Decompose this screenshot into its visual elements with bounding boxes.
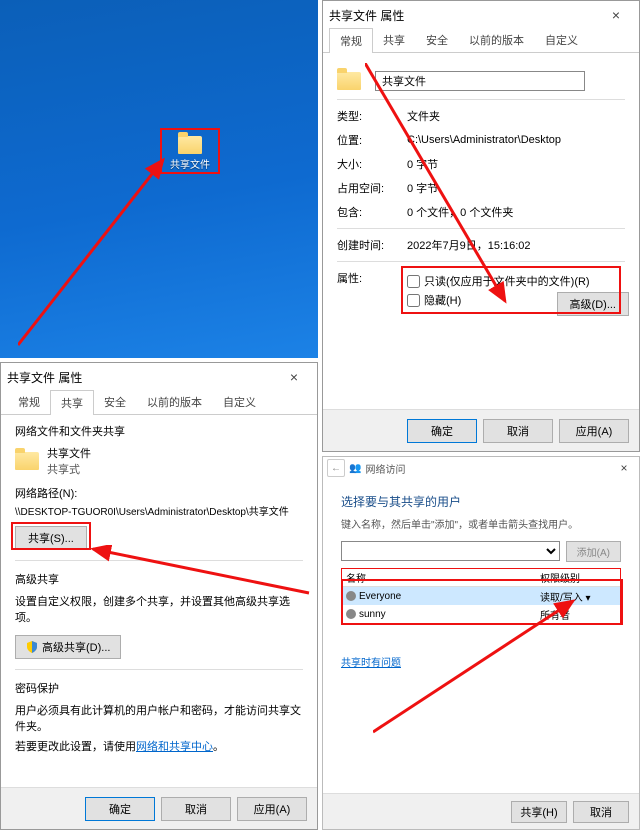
dialog-title: 共享文件 属性 [7, 369, 277, 386]
add-button[interactable]: 添加(A) [566, 541, 621, 562]
value-created: 2022年7月9日，15:16:02 [407, 237, 625, 253]
folder-name-input[interactable] [375, 71, 585, 91]
tab-versions[interactable]: 以前的版本 [136, 389, 213, 414]
highlight-box [341, 579, 623, 625]
label-network-path: 网络路径(N): [15, 485, 303, 501]
tab-share[interactable]: 共享 [50, 390, 94, 415]
heading-password: 密码保护 [15, 680, 303, 696]
subheading: 键入名称，然后单击"添加"，或者单击箭头查找用户。 [341, 516, 621, 531]
password-desc2: 若要更改此设置，请使用网络和共享中心。 [15, 738, 303, 754]
password-desc1: 用户必须具有此计算机的用户帐户和密码，才能访问共享文件夹。 [15, 702, 303, 734]
label-type: 类型: [337, 108, 407, 124]
tab-custom[interactable]: 自定义 [212, 389, 267, 414]
annotation-arrow [18, 150, 188, 350]
value-location: C:\Users\Administrator\Desktop [407, 134, 625, 146]
ok-button[interactable]: 确定 [85, 797, 155, 821]
titlebar[interactable]: ← 👥 网络访问 × [323, 457, 639, 479]
label-disk: 占用空间: [337, 180, 407, 196]
tab-strip: 常规 共享 安全 以前的版本 自定义 [323, 29, 639, 53]
share-status: 共享式 [47, 461, 91, 477]
folder-name-label: 共享文件 [47, 445, 91, 461]
ok-button[interactable]: 确定 [407, 419, 477, 443]
folder-icon [337, 72, 361, 90]
titlebar[interactable]: 共享文件 属性 × [1, 363, 317, 391]
cancel-button[interactable]: 取消 [161, 797, 231, 821]
heading-advanced-share: 高级共享 [15, 571, 303, 587]
close-button[interactable]: × [599, 7, 633, 23]
label-location: 位置: [337, 132, 407, 148]
highlight-box [160, 128, 220, 174]
dialog-footer: 共享(H) 取消 [323, 793, 639, 829]
back-button[interactable]: ← [327, 459, 345, 477]
cancel-button[interactable]: 取消 [573, 801, 629, 823]
label-attributes: 属性: [337, 270, 407, 286]
share-button[interactable]: 共享(H) [511, 801, 567, 823]
tab-strip: 常规 共享 安全 以前的版本 自定义 [1, 391, 317, 415]
tab-versions[interactable]: 以前的版本 [458, 27, 535, 52]
tab-share[interactable]: 共享 [372, 27, 416, 52]
heading-select-users: 选择要与其共享的用户 [341, 493, 621, 510]
cancel-button[interactable]: 取消 [483, 419, 553, 443]
tab-security[interactable]: 安全 [415, 27, 459, 52]
properties-dialog-general: 共享文件 属性 × 常规 共享 安全 以前的版本 自定义 类型:文件夹 位置:C… [322, 0, 640, 452]
trouble-link[interactable]: 共享时有问题 [341, 654, 401, 669]
breadcrumb: 网络访问 [365, 461, 405, 476]
advanced-share-button[interactable]: 高级共享(D)... [15, 635, 121, 659]
value-size: 0 字节 [407, 156, 625, 172]
value-disk: 0 字节 [407, 180, 625, 196]
label-created: 创建时间: [337, 237, 407, 253]
close-button[interactable]: × [613, 461, 635, 475]
user-select[interactable] [341, 541, 560, 561]
apply-button[interactable]: 应用(A) [559, 419, 629, 443]
value-contains: 0 个文件，0 个文件夹 [407, 204, 625, 220]
tab-general[interactable]: 常规 [329, 28, 373, 53]
tab-custom[interactable]: 自定义 [534, 27, 589, 52]
label-contains: 包含: [337, 204, 407, 220]
network-path: \\DESKTOP-TGUOR0I\Users\Administrator\De… [15, 503, 303, 518]
titlebar[interactable]: 共享文件 属性 × [323, 1, 639, 29]
people-icon: 👥 [349, 463, 361, 474]
network-center-link[interactable]: 网络和共享中心 [136, 741, 213, 753]
dialog-footer: 确定 取消 应用(A) [323, 409, 639, 451]
network-access-dialog: ← 👥 网络访问 × 选择要与其共享的用户 键入名称，然后单击"添加"，或者单击… [322, 456, 640, 830]
advanced-share-desc: 设置自定义权限，创建多个共享，并设置其他高级共享选项。 [15, 593, 303, 625]
highlight-box [401, 266, 621, 314]
dialog-title: 共享文件 属性 [329, 7, 599, 24]
desktop-background: 共享文件 [0, 0, 318, 358]
folder-icon [15, 452, 39, 470]
tab-security[interactable]: 安全 [93, 389, 137, 414]
label-size: 大小: [337, 156, 407, 172]
value-type: 文件夹 [407, 108, 625, 124]
tab-general[interactable]: 常规 [7, 389, 51, 414]
close-button[interactable]: × [277, 369, 311, 385]
apply-button[interactable]: 应用(A) [237, 797, 307, 821]
dialog-footer: 确定 取消 应用(A) [1, 787, 317, 829]
shield-icon [26, 641, 38, 653]
highlight-box [11, 522, 91, 550]
properties-dialog-share: 共享文件 属性 × 常规 共享 安全 以前的版本 自定义 网络文件和文件夹共享 … [0, 362, 318, 830]
heading-network-share: 网络文件和文件夹共享 [15, 423, 303, 439]
